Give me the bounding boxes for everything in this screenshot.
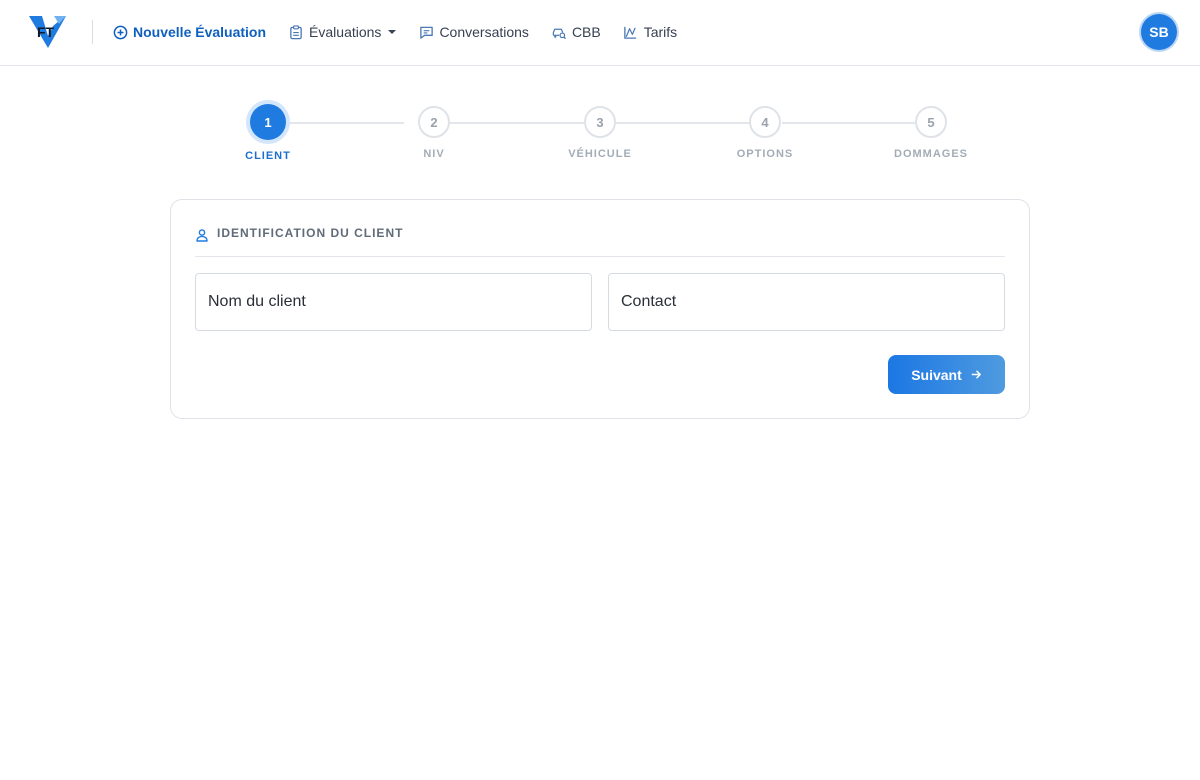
card-header: IDENTIFICATION DU CLIENT <box>195 226 1005 257</box>
step-client[interactable]: 1 CLIENT <box>208 102 328 162</box>
step-number: 5 <box>915 106 947 138</box>
car-search-icon <box>551 24 567 40</box>
nav-new-evaluation[interactable]: Nouvelle Évaluation <box>112 24 266 40</box>
contact-input[interactable] <box>608 273 1005 331</box>
top-navbar: FT Nouvelle Évaluation Évaluations Conve… <box>0 0 1200 66</box>
chat-icon <box>418 24 434 40</box>
user-icon <box>195 228 209 242</box>
main-nav: Nouvelle Évaluation Évaluations Conversa… <box>112 0 699 64</box>
next-button[interactable]: Suivant <box>888 355 1005 394</box>
step-number: 2 <box>418 106 450 138</box>
step-label: NIV <box>423 148 445 160</box>
arrow-right-icon <box>971 367 982 383</box>
chart-icon <box>623 24 639 40</box>
step-label: DOMMAGES <box>894 148 968 160</box>
nav-evaluations-dropdown[interactable]: Évaluations <box>288 24 397 40</box>
nav-tarifs[interactable]: Tarifs <box>623 24 677 40</box>
chevron-down-icon <box>388 30 397 34</box>
step-label: OPTIONS <box>736 148 794 160</box>
step-number: 3 <box>584 106 616 138</box>
client-identification-card: IDENTIFICATION DU CLIENT Suivant <box>170 199 1030 419</box>
nav-divider <box>92 20 93 44</box>
step-vehicule[interactable]: 3 VÉHICULE <box>540 102 660 160</box>
step-number: 4 <box>749 106 781 138</box>
nav-tarifs-label: Tarifs <box>643 24 678 40</box>
evaluation-stepper: 1 CLIENT 2 NIV 3 VÉHICULE 4 OPTIONS 5 DO… <box>238 102 978 172</box>
brand-logo[interactable]: FT <box>28 14 68 50</box>
nav-cbb[interactable]: CBB <box>551 24 601 40</box>
logo-text: FT <box>37 24 55 40</box>
step-options[interactable]: 4 OPTIONS <box>705 102 825 160</box>
plus-circle-icon <box>112 24 128 40</box>
next-button-label: Suivant <box>911 366 962 383</box>
user-avatar[interactable]: SB <box>1141 14 1177 50</box>
step-label: VÉHICULE <box>568 148 632 160</box>
client-name-input[interactable] <box>195 273 592 331</box>
clipboard-icon <box>288 24 304 40</box>
step-number: 1 <box>250 104 286 140</box>
nav-evaluations-label: Évaluations <box>309 24 382 40</box>
nav-cbb-label: CBB <box>571 24 601 40</box>
nav-new-evaluation-label: Nouvelle Évaluation <box>133 24 267 40</box>
step-dommages[interactable]: 5 DOMMAGES <box>871 102 991 160</box>
step-niv[interactable]: 2 NIV <box>374 102 494 160</box>
nav-conversations[interactable]: Conversations <box>418 24 529 40</box>
step-label: CLIENT <box>245 150 291 162</box>
nav-conversations-label: Conversations <box>439 24 529 40</box>
card-title: IDENTIFICATION DU CLIENT <box>217 226 404 240</box>
